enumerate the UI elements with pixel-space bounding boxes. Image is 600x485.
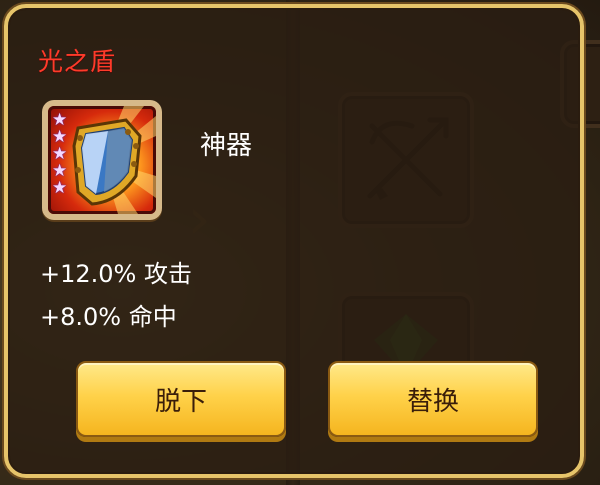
item-icon-frame: ★ ★ ★ ★ ★ xyxy=(42,100,162,220)
item-icon-background: ★ ★ ★ ★ ★ xyxy=(48,106,156,214)
stat-attack: +12.0% 攻击 xyxy=(40,260,192,288)
star-icon: ★ xyxy=(52,178,68,198)
item-detail-popup: 光之盾 ★ ★ ★ ★ ★ 神器 +12.0% 攻击 +8.0% 命中 脱下 替… xyxy=(4,4,584,478)
item-category: 神器 xyxy=(200,131,253,161)
stat-accuracy: +8.0% 命中 xyxy=(40,303,177,331)
replace-button[interactable]: 替换 xyxy=(328,361,538,437)
item-name: 光之盾 xyxy=(38,47,117,76)
game-screen: › 光之盾 xyxy=(0,0,600,485)
unequip-button[interactable]: 脱下 xyxy=(76,361,286,437)
rarity-stars: ★ ★ ★ ★ ★ xyxy=(52,112,69,197)
